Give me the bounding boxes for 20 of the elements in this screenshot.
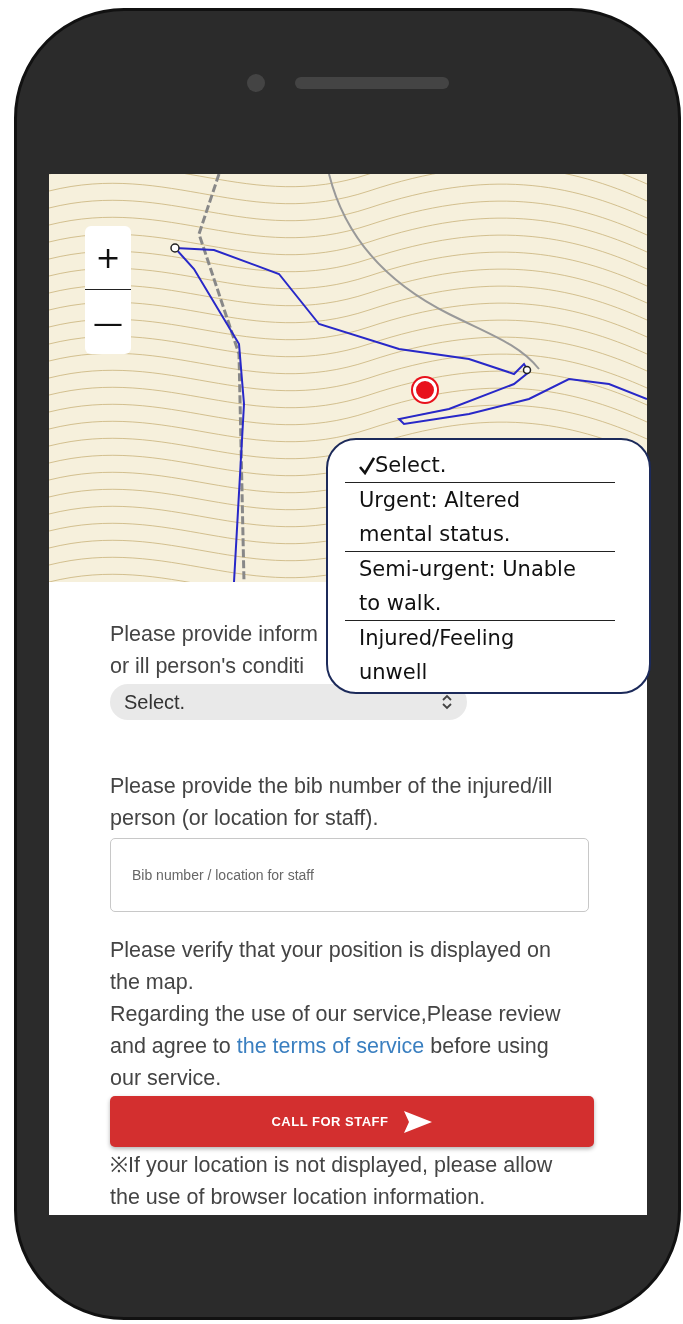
location-marker-icon bbox=[413, 378, 437, 402]
footnote-text: ※If your location is not displayed, please allow the use of browser location information. bbox=[110, 1152, 554, 1211]
option-item[interactable]: Select. bbox=[345, 448, 615, 483]
condition-label: or ill person's conditi bbox=[110, 653, 305, 680]
option-item[interactable]: Urgent: Altered mental status. bbox=[345, 483, 615, 552]
camera-icon bbox=[247, 73, 265, 92]
zoom-out-button[interactable]: — bbox=[85, 290, 131, 354]
terms-link[interactable]: the terms of service bbox=[236, 1034, 425, 1058]
call-for-staff-button[interactable]: CALL FOR STAFF bbox=[110, 1096, 594, 1147]
bib-input-field[interactable]: Bib number / location for staff bbox=[110, 838, 589, 912]
option-item[interactable]: Semi-urgent: Unable to walk. bbox=[345, 552, 615, 621]
chevron-icon bbox=[441, 694, 453, 710]
zoom-in-button[interactable]: + bbox=[85, 226, 131, 290]
terms-text: Regarding the use of our service,Please review and agree to the terms of service before using our service. bbox=[110, 1001, 562, 1092]
condition-select[interactable]: Select. bbox=[110, 684, 467, 720]
bib-label: Please provide the bib number of the injured/ill person (or location for staff). bbox=[110, 773, 554, 832]
send-icon bbox=[402, 1109, 433, 1134]
verify-text: Please verify that your position is displayed on the map. bbox=[110, 937, 552, 996]
condition-label: Please provide inform bbox=[110, 621, 318, 648]
speaker-icon bbox=[295, 76, 449, 89]
